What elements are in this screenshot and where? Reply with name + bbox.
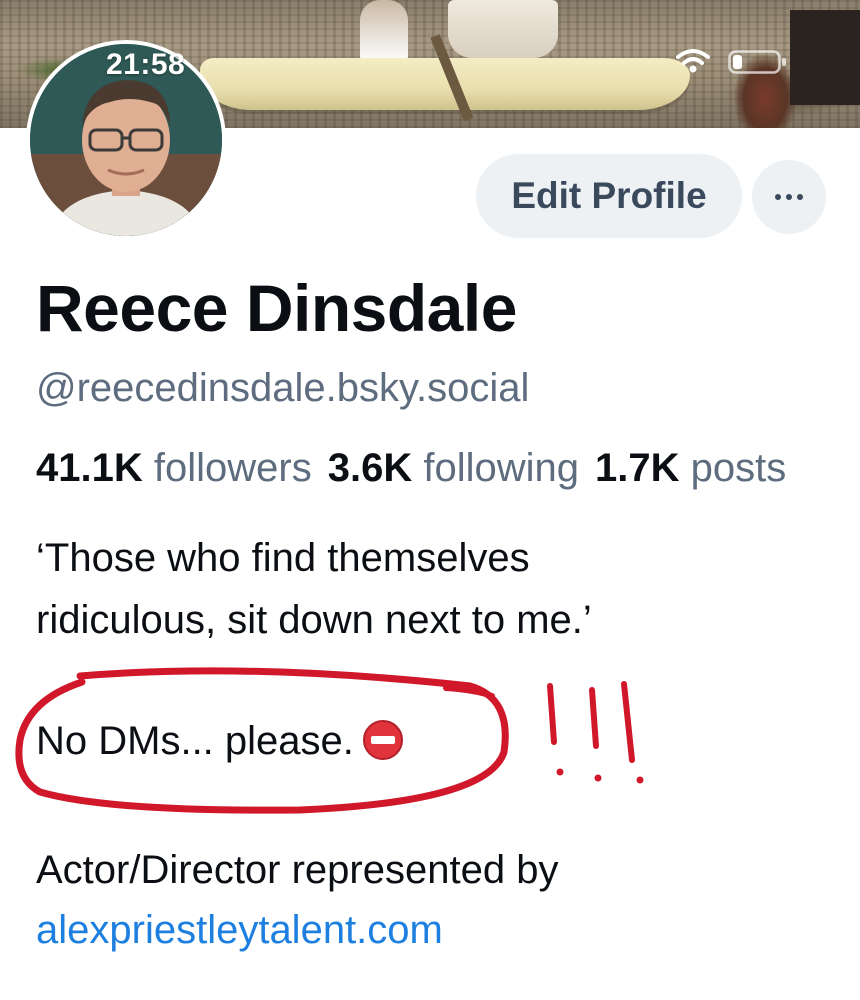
bio-line-1: ‘Those who find themselves <box>36 536 530 580</box>
display-name: Reece Dinsdale <box>36 271 517 345</box>
more-options-button[interactable] <box>752 160 826 234</box>
profile-handle: @reecedinsdale.bsky.social <box>36 366 530 410</box>
exclamation-2-bar <box>589 687 599 749</box>
followers-count: 41.1K <box>36 446 143 490</box>
following-stat[interactable]: 3.6K following <box>328 446 579 490</box>
bio-line-3: No DMs... please. <box>36 719 404 764</box>
exclamation-1-dot <box>556 768 564 776</box>
battery-icon <box>728 50 788 74</box>
bio-line-4: Actor/Director represented by <box>36 848 559 892</box>
no-dms-text: No DMs... please. <box>36 719 354 763</box>
exclamation-3-dot <box>636 776 644 784</box>
exclamation-2-dot <box>594 774 602 782</box>
posts-stat: 1.7K posts <box>595 446 786 490</box>
ellipsis-icon <box>775 194 803 200</box>
status-time: 21:58 <box>106 48 186 81</box>
exclamation-3-bar <box>621 681 635 763</box>
banner-dark-shape <box>790 10 860 105</box>
edit-profile-button[interactable]: Edit Profile <box>476 154 742 238</box>
posts-label: posts <box>690 446 787 490</box>
bio-link[interactable]: alexpriestleytalent.com <box>36 908 443 953</box>
banner-figure-adult <box>448 0 558 58</box>
following-count: 3.6K <box>327 446 413 490</box>
posts-count: 1.7K <box>595 446 680 490</box>
exclamation-1-bar <box>547 683 557 745</box>
following-label: following <box>423 446 579 490</box>
profile-stats: 41.1K followers 3.6K following 1.7K posts <box>36 446 860 491</box>
followers-stat[interactable]: 41.1K followers <box>36 446 312 490</box>
banner-figure-child <box>360 0 408 64</box>
wifi-icon <box>676 48 710 74</box>
profile-page: 21:58 Edit Profile Reece Dinsdale @reece… <box>0 0 860 1000</box>
no-entry-emoji-icon <box>362 719 404 761</box>
followers-label: followers <box>153 446 312 490</box>
bio-line-2: ridiculous, sit down next to me.’ <box>36 598 592 642</box>
